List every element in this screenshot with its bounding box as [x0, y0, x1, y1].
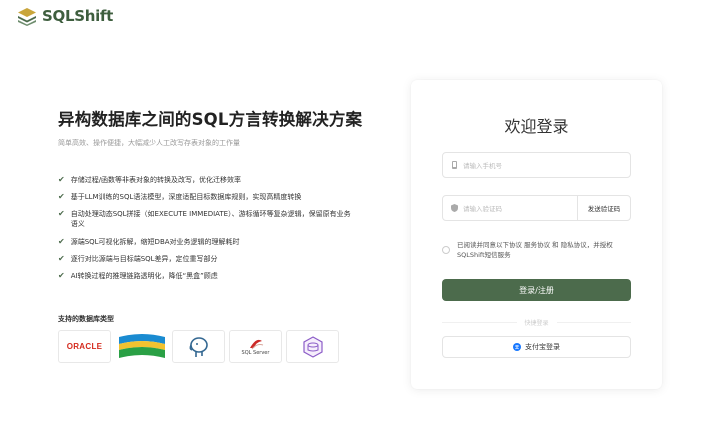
quick-login-label: 快捷登录 — [524, 320, 549, 327]
alipay-icon — [513, 343, 521, 351]
shield-icon — [451, 204, 458, 212]
phone-placeholder: 请输入手机号 — [463, 162, 502, 170]
database-logo-row: ORACLE SQL Server — [58, 330, 339, 363]
alipay-login-button[interactable]: 支付宝登录 — [442, 336, 631, 358]
db-card-db2 — [115, 330, 168, 363]
login-card: 欢迎登录 请输入手机号 请输入验证码 发送验证码 已阅读并同意以下协议 服务协议… — [411, 80, 662, 389]
login-title: 欢迎登录 — [504, 117, 569, 136]
feature-item: ✔ 源端SQL可视化拆解，缩短DBA对业务逻辑的理解耗时 — [58, 237, 240, 247]
hero-title: 异构数据库之间的SQL方言转换解决方案 — [58, 110, 363, 129]
feature-item: ✔ 基于LLM训练的SQL语法模型，深度适配目标数据库规则，实现高精度转换 — [58, 192, 301, 202]
hero-section: 异构数据库之间的SQL方言转换解决方案 简单高效、操作便捷，大幅减少人工改写存表… — [58, 106, 388, 148]
divider-line — [556, 322, 632, 323]
agreement-checkbox[interactable] — [442, 246, 450, 254]
feature-text: AI转换过程的推理链路透明化，降低“黑盒”顾虑 — [70, 272, 218, 280]
hexagon-db-icon — [302, 335, 323, 358]
verification-code-input[interactable]: 请输入验证码 发送验证码 — [442, 195, 631, 221]
phone-icon — [452, 161, 457, 169]
agreement-row: 已阅读并同意以下协议 服务协议 和 隐私协议，并授权SQLShift短信服务 — [442, 240, 632, 260]
alipay-label: 支付宝登录 — [525, 343, 560, 351]
quick-login-divider: 快捷登录 — [442, 318, 632, 327]
brand-name: SQLShift — [42, 7, 114, 25]
db-stripes-logo — [118, 333, 165, 358]
feature-item: ✔ 存储过程/函数等非表对象的转换及改写，优化迁移效率 — [58, 175, 241, 185]
check-icon: ✔ — [58, 271, 65, 280]
check-icon: ✔ — [58, 209, 65, 218]
feature-item: ✔ AI转换过程的推理链路透明化，降低“黑盒”顾虑 — [58, 271, 218, 281]
feature-item: ✔ 自动处理动态SQL拼接（如EXECUTE IMMEDIATE）、游标循环等复… — [58, 209, 353, 229]
brand-logo[interactable]: SQLShift — [16, 4, 113, 28]
feature-text: 源端SQL可视化拆解，缩短DBA对业务逻辑的理解耗时 — [70, 238, 240, 246]
code-placeholder: 请输入验证码 — [463, 205, 502, 213]
divider-line — [442, 322, 517, 323]
db-card-oracle: ORACLE — [58, 330, 111, 363]
feature-text: 存储过程/函数等非表对象的转换及改写，优化迁移效率 — [70, 176, 242, 184]
hero-subtitle: 简单高效、操作便捷，大幅减少人工改写存表对象的工作量 — [58, 139, 240, 147]
db-card-postgresql — [172, 330, 225, 363]
check-icon: ✔ — [58, 237, 65, 246]
phone-input[interactable]: 请输入手机号 — [442, 152, 631, 178]
db-card-opengauss — [286, 330, 339, 363]
db-card-sqlserver: SQL Server — [229, 330, 282, 363]
check-icon: ✔ — [58, 254, 65, 263]
database-types-label: 支持的数据库类型 — [58, 315, 114, 323]
sqlserver-label: SQL Server — [241, 350, 270, 356]
agreement-text: 已阅读并同意以下协议 服务协议 和 隐私协议，并授权SQLShift短信服务 — [457, 241, 613, 259]
check-icon: ✔ — [58, 175, 65, 184]
send-code-button[interactable]: 发送验证码 — [577, 196, 630, 220]
feature-item: ✔ 逐行对比源端与目标端SQL差异，定位重写部分 — [58, 254, 218, 264]
check-icon: ✔ — [58, 192, 65, 201]
feature-text: 基于LLM训练的SQL语法模型，深度适配目标数据库规则，实现高精度转换 — [70, 193, 302, 201]
login-register-button[interactable]: 登录/注册 — [442, 279, 631, 301]
feature-text: 逐行对比源端与目标端SQL差异，定位重写部分 — [70, 255, 218, 263]
postgresql-elephant-icon — [189, 336, 208, 357]
stacked-layers-icon — [18, 8, 36, 26]
feature-text: 自动处理动态SQL拼接（如EXECUTE IMMEDIATE）、游标循环等复杂逻… — [70, 210, 351, 228]
oracle-logo: ORACLE — [66, 342, 103, 351]
sqlserver-logo-icon — [249, 339, 263, 350]
